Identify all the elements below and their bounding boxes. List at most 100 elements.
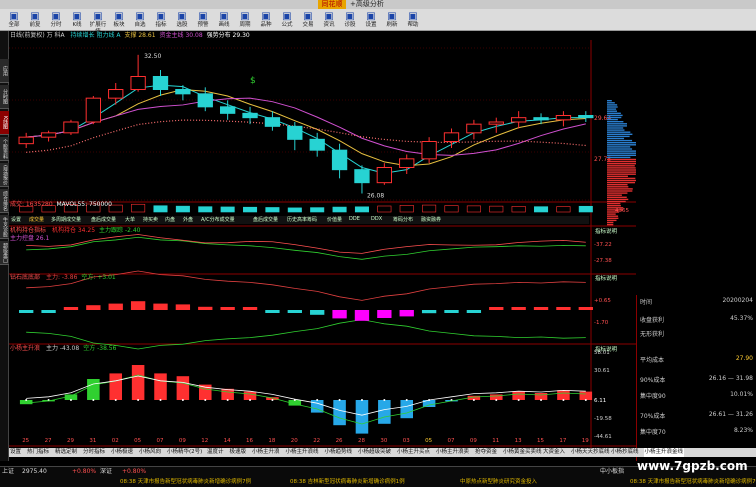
toolbar-button-14[interactable]: ▣ 交易 [298, 11, 318, 29]
candle[interactable] [510, 111, 527, 129]
date-tick: 15 [537, 438, 544, 444]
candle[interactable] [63, 119, 79, 135]
toolbar-button-17[interactable]: ▣ 设置 [361, 11, 381, 29]
candle[interactable] [399, 154, 415, 175]
volume-tab-1[interactable]: 成交量 [29, 216, 44, 223]
candle[interactable] [443, 128, 460, 149]
candle-body [466, 123, 482, 134]
panel3-link[interactable]: 指标说明 [595, 274, 617, 282]
toolbar-button-3[interactable]: ▣ K线 [67, 11, 87, 29]
sidebar-item-2[interactable]: K线图 [0, 111, 9, 135]
indicator-tab-16[interactable]: 小杨黄金买卖线 [502, 448, 543, 457]
indicator-tab-12[interactable]: 小杨超级突破 [357, 448, 392, 457]
toolbar-button-2[interactable]: ▣ 分时 [46, 11, 66, 29]
indicator-tab-7[interactable]: 温度计 [206, 448, 225, 457]
indicator-tab-2[interactable]: 精选定制 [54, 448, 78, 457]
indicator-tab-5[interactable]: 小杨风向 [138, 448, 162, 457]
panel3-value: 空方: +3.01 [81, 274, 116, 281]
volume-tab-4[interactable]: 大单 [125, 216, 135, 223]
candle[interactable] [555, 111, 572, 127]
toolbar-button-12[interactable]: ▣ 品种 [256, 11, 276, 29]
candle[interactable] [421, 137, 437, 164]
toolbar-button-10[interactable]: ▣ 画线 [214, 11, 234, 29]
toolbar-button-7[interactable]: ▣ 指标 [151, 11, 171, 29]
sidebar-item-0[interactable]: 应用 [0, 59, 9, 83]
indicator-tab-20[interactable]: 小杨主升浪金线 [643, 448, 685, 457]
toolbar-button-0[interactable]: ▣ 全部 [4, 11, 24, 29]
volume-tab-5[interactable]: 持买卖 [143, 216, 158, 223]
candle[interactable] [354, 165, 370, 194]
volume-bar [332, 206, 347, 213]
sidebar-item-1[interactable]: 分时图 [0, 85, 9, 109]
rp-time-row: 时间 20200204 [637, 297, 756, 309]
candle[interactable] [108, 83, 124, 105]
sidebar-item-6[interactable]: 牛叉诊股 [0, 215, 9, 239]
toolbar-button-1[interactable]: ▣ 前复 [25, 11, 45, 29]
toolbar-button-4[interactable]: ▣ 扩展行情 [88, 11, 108, 35]
candle[interactable] [85, 96, 102, 125]
indicator-tab-11[interactable]: 小杨趋势线 [324, 448, 354, 457]
volume-tab-6[interactable]: 内盘 [165, 216, 175, 223]
toolbar-button-13[interactable]: ▣ 公式 [277, 11, 297, 29]
toolbar-button-16[interactable]: ▣ 诊股 [340, 11, 360, 29]
volume-tab-0[interactable]: 设置 [11, 216, 21, 223]
diag-icon: ▣ [345, 11, 355, 22]
volume-tab-15[interactable]: 融资融券 [421, 216, 441, 223]
indicator-tab-13[interactable]: 小杨主升买点 [396, 448, 431, 457]
volume-tab-14[interactable]: 筹码分布 [393, 216, 413, 223]
candle[interactable] [287, 122, 303, 151]
indicator-tab-14[interactable]: 小杨主升浪卖 [435, 448, 470, 457]
toolbar-button-9[interactable]: ▣ 预警 [193, 11, 213, 29]
news-item[interactable]: 08:38 吉林新型冠状病毒肺炎新增确诊病例1例 [290, 477, 405, 487]
toolbar-button-18[interactable]: ▣ 刷新 [382, 11, 402, 29]
volume-tab-9[interactable]: 盘后成交量 [253, 216, 278, 223]
chart-area[interactable]: 32.5026.08$29.6427.75-37.22-27.38+0.65-1… [9, 40, 636, 450]
candle[interactable] [175, 85, 191, 101]
candle[interactable] [40, 130, 57, 142]
volume-tab-8[interactable]: A/C分布成交量 [201, 216, 235, 223]
volume-tab-2[interactable]: 多周期成交量 [51, 216, 81, 223]
indicator-tab-9[interactable]: 小杨主升浪 [251, 448, 281, 457]
volume-tab-strip: 设置 成交量 多周期成交量 盘后成交量 大单 持买卖 内盘 外盘 A/C分布成交量 盘后成交量 历史… [9, 216, 589, 224]
indicator-tab-3[interactable]: 分时指标 [82, 448, 106, 457]
indicator-tab-19[interactable]: 小杨抄底线 [610, 448, 640, 457]
indicator-tab-0[interactable]: 设置 [9, 448, 22, 457]
indicator-tab-18[interactable]: 小杨天天抄底线 [570, 448, 611, 457]
candle[interactable] [130, 54, 146, 92]
volume-tab-3[interactable]: 盘后成交量 [91, 216, 116, 223]
volume-tab-10[interactable]: 历史高率筹码 [287, 216, 317, 223]
candle[interactable] [152, 70, 169, 96]
news-item[interactable]: 08:38 天津市报告新型冠状病毒肺炎新增确诊病例7例 [120, 477, 251, 487]
indicator-tab-15[interactable]: 抢夺资金 [474, 448, 498, 457]
news-item[interactable]: 中原热点新型肺炎研究资金投入 [460, 477, 537, 487]
indicator-tab-10[interactable]: 小杨主升浪线 [285, 448, 320, 457]
indicator-tab-6[interactable]: 小杨精华(2号) [166, 448, 203, 457]
toolbar-button-19[interactable]: ▣ 帮助 [403, 11, 423, 29]
toolbar-button-5[interactable]: ▣ 板块 [109, 11, 129, 29]
volume-tab-11[interactable]: 价值量 [327, 216, 342, 223]
toolbar-button-15[interactable]: ▣ 资讯 [319, 11, 339, 29]
volume-tab-12[interactable]: DDE [349, 216, 360, 222]
candle[interactable] [331, 143, 348, 179]
indicator-tab-1[interactable]: 热门指标 [26, 448, 50, 457]
candle[interactable] [376, 163, 393, 185]
indicator-tab-17[interactable]: 大资金入 [542, 448, 566, 457]
toolbar-button-6[interactable]: ▣ 自选 [130, 11, 150, 29]
toolbar-button-11[interactable]: ▣ 周期 [235, 11, 255, 29]
panel2-link[interactable]: 指标说明 [595, 227, 617, 235]
toolbar-button-8[interactable]: ▣ 选股 [172, 11, 192, 29]
volume-tab-7[interactable]: 外盘 [183, 216, 193, 223]
news-item[interactable]: 08:38 天津市报告新型冠状病毒肺炎新增确诊病例7例 [630, 477, 756, 487]
volume-tab-13[interactable]: DDX [371, 216, 382, 222]
indicator-tab-4[interactable]: 小杨极速 [110, 448, 134, 457]
panel4-bar [534, 393, 548, 400]
panel4-link[interactable]: 指标说明 [595, 345, 617, 353]
volume-bar [444, 205, 459, 213]
candle[interactable] [18, 132, 34, 148]
sidebar-item-3[interactable]: 个股资料 [0, 137, 9, 161]
sidebar-item-5[interactable]: 综合排名 [0, 189, 9, 213]
sidebar-item-7[interactable]: 超级盘口 [0, 241, 9, 265]
indicator-tab-8[interactable]: 极速版 [229, 448, 248, 457]
sidebar-item-4[interactable]: 自选报价 [0, 163, 9, 187]
candle[interactable] [466, 119, 482, 140]
